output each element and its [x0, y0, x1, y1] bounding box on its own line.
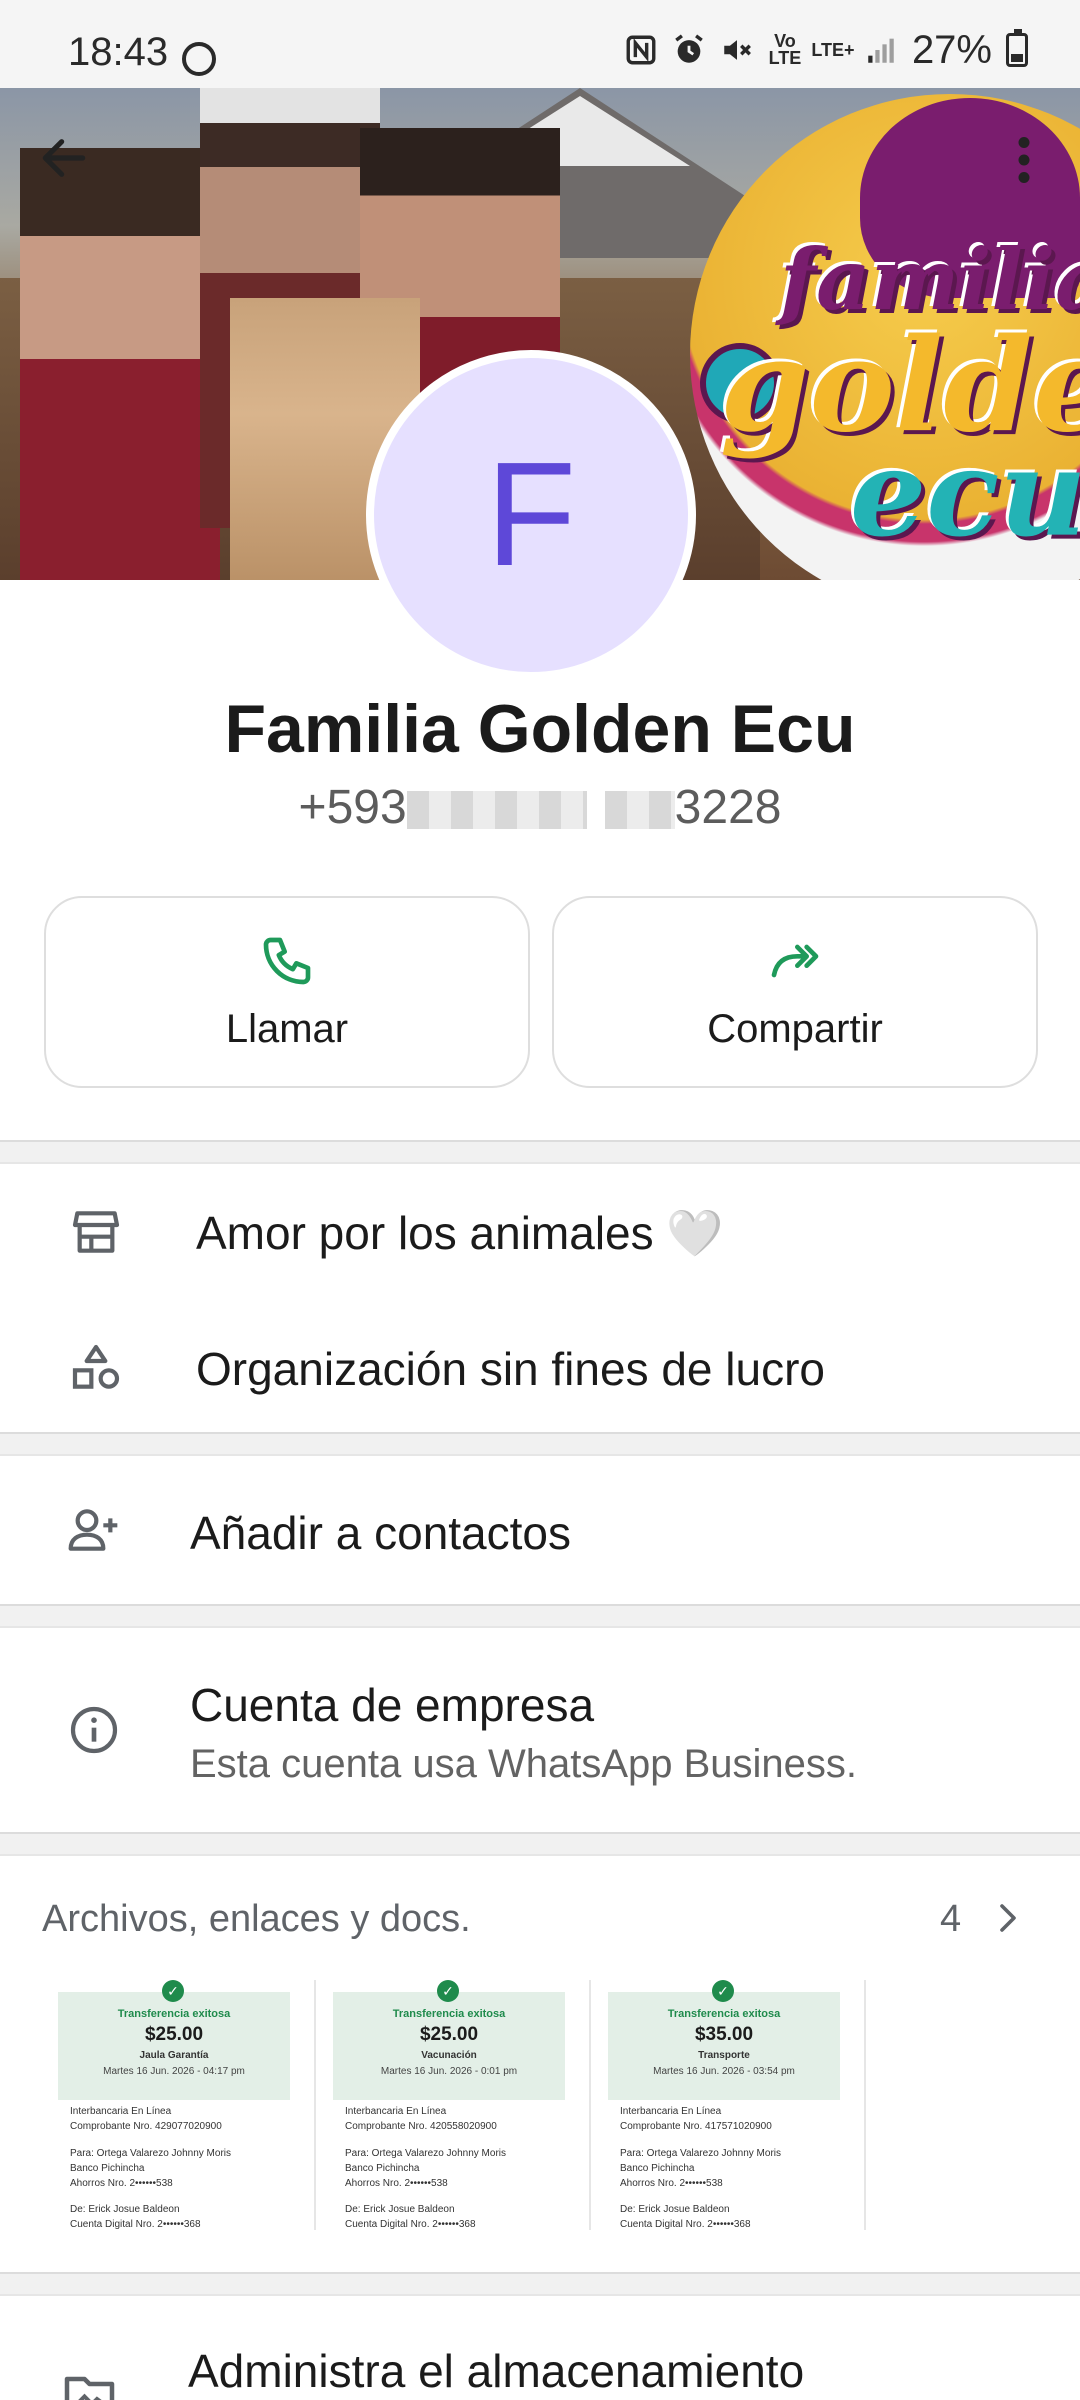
share-forward-icon	[771, 944, 819, 977]
lte-icon: LTE+	[811, 39, 855, 60]
avatar-letter: F	[485, 432, 577, 597]
photo-folder-icon	[64, 2376, 115, 2400]
phone-redaction	[604, 791, 675, 830]
receipt-status: Transferencia exitosa	[392, 2008, 506, 2020]
person-add-icon	[64, 1500, 124, 1560]
receipt-line: Ahorros Nro. 2••••••538	[345, 2178, 448, 2189]
receipt-line: Ahorros Nro. 2••••••538	[70, 2178, 173, 2189]
phone-redaction	[406, 791, 587, 830]
media-thumbnail[interactable]: ✓ Transferencia exitosa $25.00 Vacunació…	[333, 1980, 591, 2230]
mute-icon	[720, 33, 754, 67]
receipt-line: Comprobante Nro. 417571020900	[620, 2121, 772, 2132]
phone-icon	[263, 937, 311, 984]
phone-prefix: +593	[298, 781, 407, 834]
check-icon: ✓	[437, 1980, 459, 2002]
back-arrow-icon[interactable]	[36, 130, 92, 186]
section-divider	[0, 1604, 1080, 1628]
receipt-concept: Transporte	[698, 2050, 750, 2061]
receipt-line: Cuenta Digital Nro. 2••••••368	[70, 2219, 201, 2230]
status-time: 18:43	[68, 30, 169, 74]
store-icon	[66, 1202, 126, 1262]
alarm-icon	[672, 33, 706, 67]
phone-suffix: 3228	[674, 781, 782, 834]
receipt-concept: Jaula Garantía	[139, 2050, 209, 2061]
business-description: Amor por los animales 🤍	[196, 1207, 724, 1259]
avatar[interactable]: F	[366, 350, 696, 680]
cover-logo-word: ecu	[850, 423, 1080, 564]
receipt-line: Para: Ortega Valarezo Johnny Moris	[70, 2148, 232, 2159]
receipt-line: De: Erick Josue Baldeon	[70, 2204, 180, 2215]
receipt-line: Interbancaria En Línea	[70, 2106, 172, 2117]
call-button[interactable]: Llamar	[44, 896, 530, 1088]
share-button[interactable]: Compartir	[552, 896, 1038, 1088]
check-icon: ✓	[712, 1980, 734, 2002]
business-account-subtitle: Esta cuenta usa WhatsApp Business.	[190, 1742, 858, 1786]
receipt-status: Transferencia exitosa	[667, 2008, 781, 2020]
receipt-line: Para: Ortega Valarezo Johnny Moris	[345, 2148, 507, 2159]
receipt-line: Banco Pichincha	[70, 2163, 145, 2174]
status-icons: Vo LTE LTE+ 27%	[624, 28, 1028, 72]
media-thumbnail[interactable]: ✓ Transferencia exitosa $25.00 Jaula Gar…	[58, 1980, 316, 2230]
receipt-status: Transferencia exitosa	[117, 2008, 231, 2020]
section-divider	[0, 1832, 1080, 1856]
signal-icon	[864, 33, 898, 67]
add-contact-label: Añadir a contactos	[190, 1507, 572, 1559]
section-divider	[0, 1140, 1080, 1164]
section-divider	[0, 2272, 1080, 2296]
receipt-line: De: Erick Josue Baldeon	[620, 2204, 730, 2215]
receipt-date: Martes 16 Jun. 2026 - 0:01 pm	[380, 2066, 518, 2077]
media-section-title[interactable]: Archivos, enlaces y docs.	[42, 1898, 471, 1941]
business-category: Organización sin fines de lucro	[196, 1343, 825, 1395]
status-bar: 18:43 Vo LTE LTE+ 27%	[0, 0, 1080, 88]
add-contact-row[interactable]: Añadir a contactos	[0, 1456, 1080, 1606]
cover-logo-text: familia golden ecu	[700, 238, 1080, 554]
receipt-line: Banco Pichincha	[345, 2163, 420, 2174]
receipt-date: Martes 16 Jun. 2026 - 04:17 pm	[103, 2066, 245, 2077]
receipt-amount: $25.00	[144, 2024, 204, 2045]
share-button-label: Compartir	[707, 1006, 883, 1051]
cover-person-blurred	[20, 148, 220, 580]
profile-phone: +593 3228	[0, 780, 1080, 835]
receipt-amount: $35.00	[694, 2024, 754, 2045]
profile-name: Familia Golden Ecu	[224, 691, 856, 767]
manage-storage-label[interactable]: Administra el almacenamiento	[188, 2344, 804, 2398]
check-icon: ✓	[162, 1980, 184, 2002]
business-account-row[interactable]: Cuenta de empresa Esta cuenta usa WhatsA…	[0, 1628, 1080, 1834]
receipt-line: Interbancaria En Línea	[345, 2106, 447, 2117]
section-divider	[0, 1432, 1080, 1456]
chevron-right-icon[interactable]	[990, 1896, 1026, 1940]
info-icon	[64, 1700, 124, 1760]
business-account-title: Cuenta de empresa	[190, 1679, 595, 1731]
media-thumbnail[interactable]: ✓ Transferencia exitosa $35.00 Transport…	[608, 1980, 866, 2230]
receipt-date: Martes 16 Jun. 2026 - 03:54 pm	[653, 2066, 795, 2077]
receipt-line: Ahorros Nro. 2••••••538	[620, 2178, 723, 2189]
cover-logo-word: familia	[780, 230, 1080, 329]
battery-percent: 27%	[911, 27, 992, 72]
more-options-icon[interactable]	[1004, 130, 1044, 190]
volte-icon: Vo LTE	[768, 31, 802, 68]
category-icon	[66, 1338, 126, 1398]
receipt-amount: $25.00	[419, 2024, 479, 2045]
call-button-label: Llamar	[225, 1006, 349, 1051]
battery-fill	[1011, 54, 1023, 62]
receipt-line: Comprobante Nro. 420558020900	[345, 2121, 497, 2132]
media-count[interactable]: 4	[940, 1898, 961, 1941]
receipt-line: Cuenta Digital Nro. 2••••••368	[345, 2219, 476, 2230]
receipt-line: Interbancaria En Línea	[620, 2106, 722, 2117]
receipt-line: De: Erick Josue Baldeon	[345, 2204, 455, 2215]
nfc-icon	[624, 33, 658, 67]
whatsapp-icon	[182, 42, 216, 76]
receipt-concept: Vacunación	[421, 2050, 477, 2061]
receipt-line: Comprobante Nro. 429077020900	[70, 2121, 222, 2132]
receipt-line: Banco Pichincha	[620, 2163, 695, 2174]
receipt-line: Cuenta Digital Nro. 2••••••368	[620, 2219, 751, 2230]
receipt-line: Para: Ortega Valarezo Johnny Moris	[620, 2148, 782, 2159]
battery-icon	[1006, 29, 1028, 67]
